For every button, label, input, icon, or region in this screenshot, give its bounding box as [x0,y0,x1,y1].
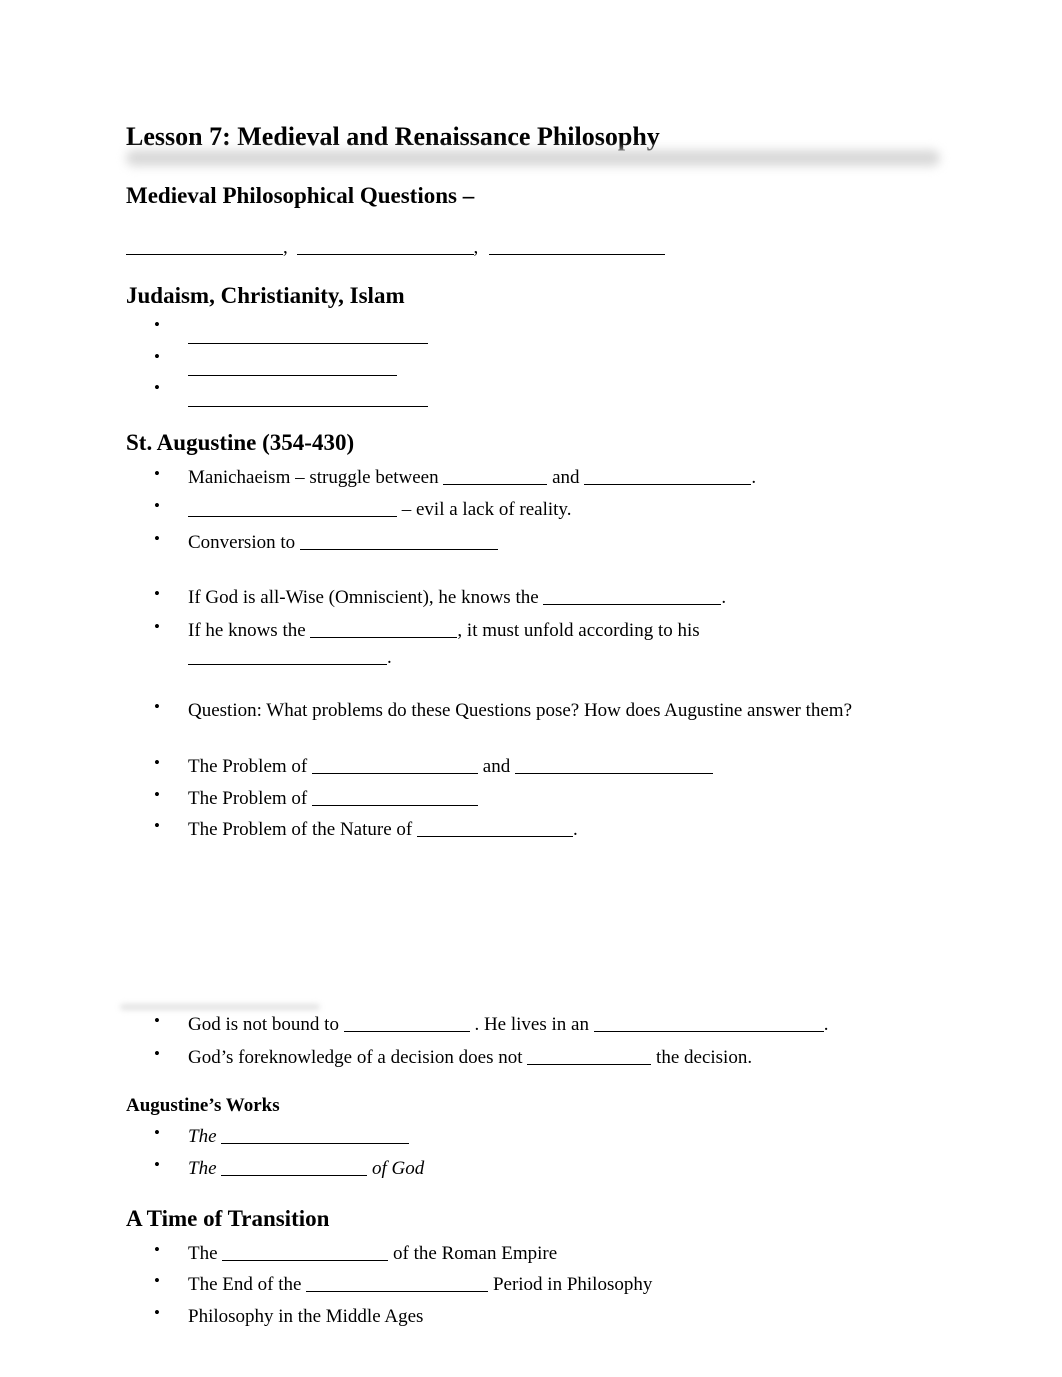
heading-medieval-questions: Medieval Philosophical Questions – [126,183,475,208]
bullet-icon: • [154,753,160,772]
bullet-icon: • [154,1155,160,1174]
fill-in-blank[interactable] [188,342,428,344]
fill-in-blank[interactable] [584,483,752,485]
bullet-icon: • [154,697,160,716]
fill-in-blank[interactable] [188,374,397,376]
bullet-icon: • [154,816,160,835]
heading-religions: Judaism, Christianity, Islam [126,283,405,308]
bullet-icon: • [154,785,160,804]
bullet-icon: • [154,378,160,397]
fill-in-blank[interactable] [593,1030,824,1032]
shadow-artifact [120,1004,320,1010]
bullet-icon: • [154,1123,160,1142]
fill-in-blank[interactable] [514,772,713,774]
bullet-icon: • [154,464,160,483]
fill-in-blank[interactable] [416,835,573,837]
fill-in-blank[interactable] [221,1174,368,1176]
fill-in-blank[interactable] [221,1142,410,1144]
bullet-icon: • [154,617,160,636]
fill-in-blank[interactable] [296,253,474,255]
fill-in-blank[interactable] [310,636,458,638]
bullet-icon: • [154,529,160,548]
fill-in-blank[interactable] [306,1290,489,1292]
bullet-icon: • [154,584,160,603]
bullet-icon: • [154,1303,160,1322]
blanks-line-medieval-questions: , , [126,237,665,259]
fill-in-blank[interactable] [188,405,428,407]
fill-in-blank[interactable] [312,772,479,774]
page-title: Lesson 7: Medieval and Renaissance Philo… [126,122,660,151]
fill-in-blank[interactable] [443,483,548,485]
fill-in-blank[interactable] [299,548,498,550]
fill-in-blank[interactable] [343,1030,470,1032]
heading-transition: A Time of Transition [126,1206,330,1231]
bullet-icon: • [154,1011,160,1030]
fill-in-blank[interactable] [527,1063,652,1065]
bullet-icon: • [154,1044,160,1063]
fill-in-blank[interactable] [543,603,722,605]
fill-in-blank[interactable] [126,253,283,255]
title-shadow-divider [126,150,940,166]
heading-works: Augustine’s Works [126,1095,280,1116]
fill-in-blank[interactable] [312,804,479,806]
bullet-icon: • [154,1271,160,1290]
bullet-icon: • [154,1240,160,1259]
fill-in-blank[interactable] [222,1259,389,1261]
bullet-icon: • [154,496,160,515]
fill-in-blank[interactable] [188,515,397,517]
fill-in-blank[interactable] [489,253,665,255]
bullet-icon: • [154,315,160,334]
fill-in-blank[interactable] [188,663,387,665]
bullet-icon: • [154,347,160,366]
heading-augustine: St. Augustine (354-430) [126,430,355,455]
